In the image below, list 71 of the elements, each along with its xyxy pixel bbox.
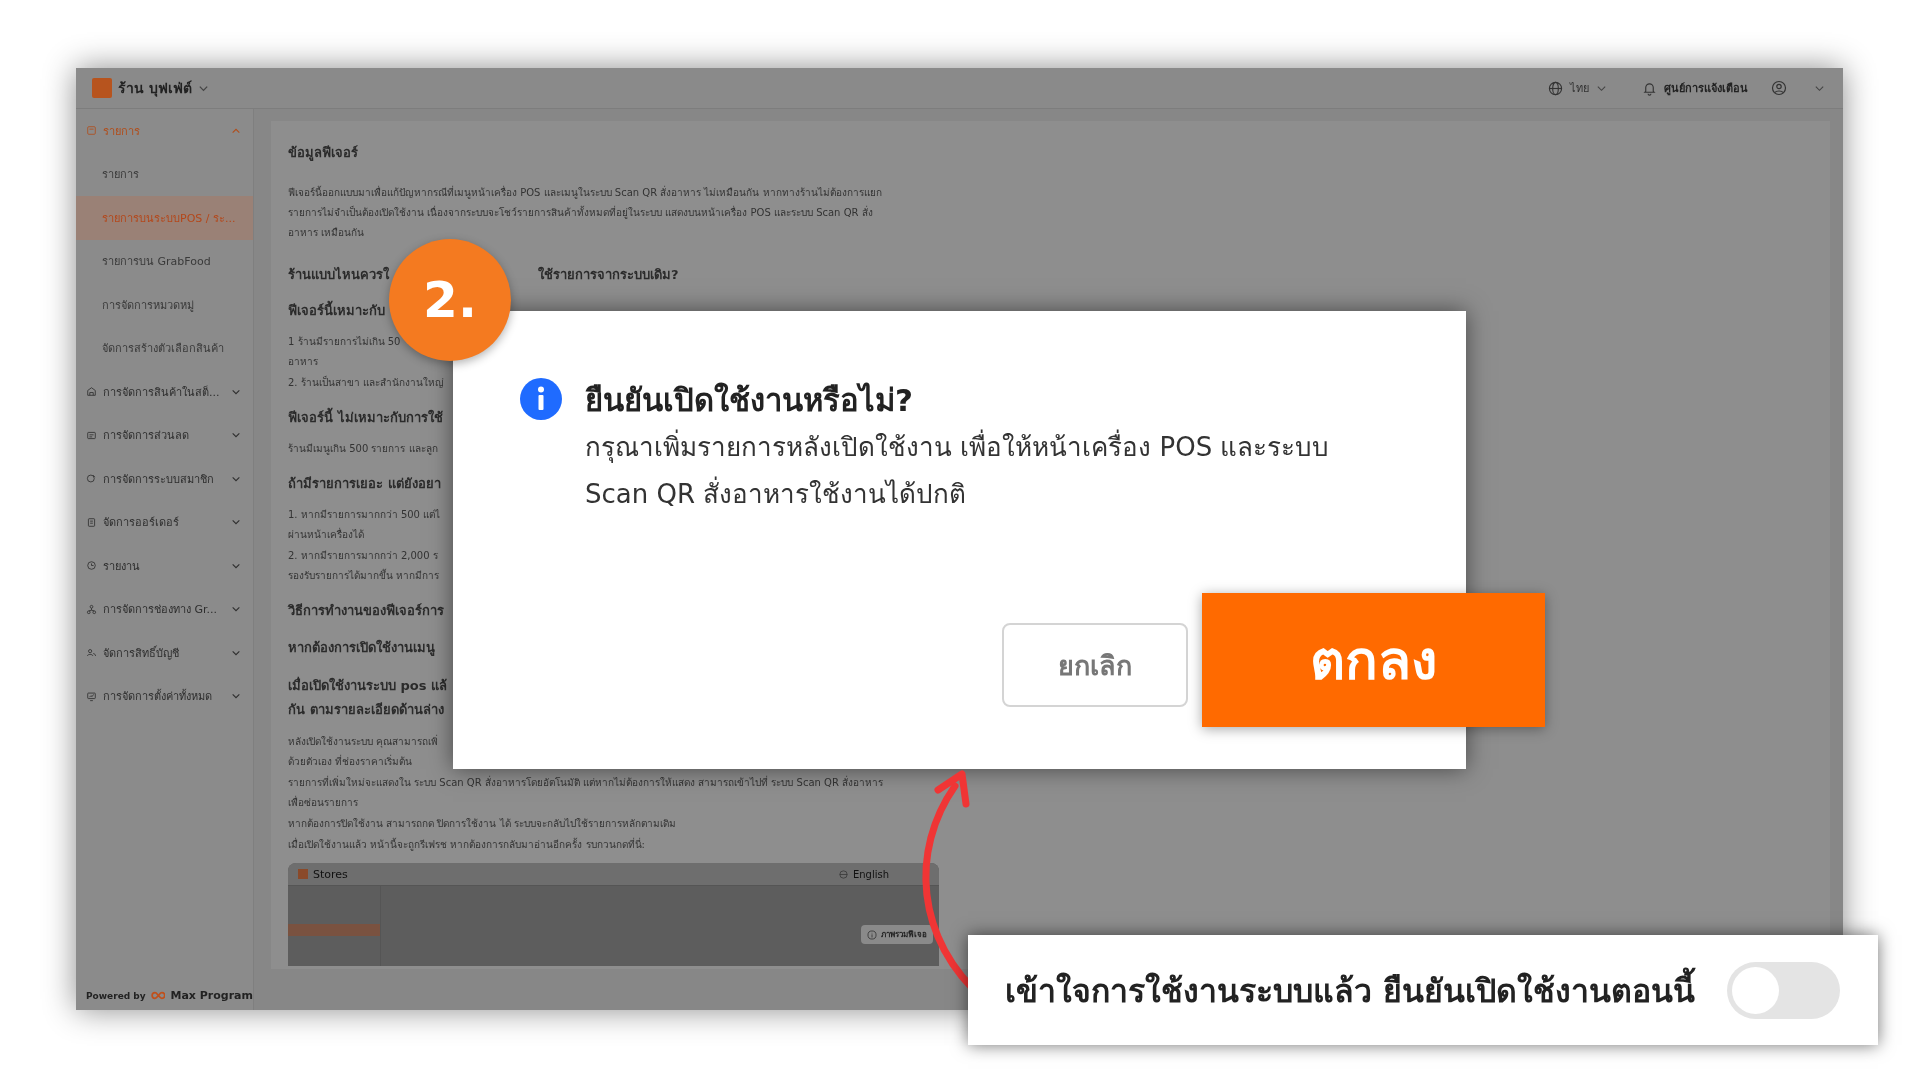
sidebar-item[interactable]: จัดการสิทธิ์บัญชี — [76, 631, 253, 675]
bell-icon[interactable] — [1642, 80, 1657, 96]
store-name[interactable]: ร้าน บุฟเฟ่ต์ — [118, 77, 192, 99]
monitor-icon — [86, 690, 97, 702]
sidebar-item[interactable]: การจัดการระบบสมาชิก — [76, 457, 253, 501]
text-line: รองรับรายการได้มากขึ้น หากมีการ — [288, 567, 440, 583]
language-selector[interactable]: ไทย — [1570, 79, 1589, 97]
dialog-message: กรุณาเพิ่มรายการหลังเปิดใช้งาน เพื่อให้หน้าเครื่อง POS และระบบ Scan QR สั่งอาหารใช้งานได้ปกติ — [585, 424, 1385, 518]
sidebar-item[interactable]: จัดการสร้างตัวเลือกสินค้า — [76, 326, 253, 370]
info-icon — [867, 929, 877, 940]
dialog-title: ยืนยันเปิดใช้งานหรือไม่? — [585, 381, 914, 420]
text-line: 2. ร้านเป็นสาขา และสำนักงานใหญ่ — [288, 374, 444, 390]
text-line: ร้านมีเมนูเกิน 500 รายการ และลูก — [288, 442, 438, 457]
brand-logo-icon — [150, 989, 166, 1002]
notification-center-link[interactable]: ศูนย์การแจ้งเตือน — [1664, 79, 1748, 97]
sidebar-item[interactable]: รายงาน — [76, 544, 253, 588]
users-icon — [86, 647, 97, 659]
section-heading: วิธีการทำงานของฟีเจอร์การ — [288, 602, 444, 620]
section-heading: กัน ตามรายละเอียดด้านล่าง — [288, 701, 444, 719]
store-logo — [298, 869, 308, 879]
section-heading: ร้านแบบไหนควรใ — [288, 265, 391, 284]
text-line: ผ่านหน้าเครื่องได้ — [288, 526, 364, 542]
network-icon — [86, 603, 97, 615]
clipboard-icon — [86, 516, 97, 528]
preview-title: Stores — [313, 867, 348, 881]
text-line: อาหาร เหมือนกัน — [288, 226, 365, 240]
section-heading: ฟีเจอร์นี้เหมาะกับ — [288, 300, 385, 322]
sidebar-item[interactable]: การจัดการส่วนลด — [76, 413, 253, 457]
sidebar-item[interactable]: การจัดการตั้งค่าทั้งหมด — [76, 674, 253, 718]
section-heading: ถ้ามีรายการเยอะ แต่ยังอยา — [288, 475, 441, 493]
info-icon — [520, 378, 562, 420]
toggle-switch[interactable] — [1727, 961, 1840, 1019]
sidebar-item[interactable]: การจัดการสินค้าในสต็... — [76, 370, 253, 414]
confirm-button[interactable]: ตกลง — [1202, 593, 1545, 727]
text-line: หากต้องการปิดใช้งาน สามารถกด ปิดการใช้งาน ได้ ระบบจะกลับไปใช้รายการหลักตามเดิม — [288, 817, 676, 831]
text-line: หลังเปิดใช้งานระบบ คุณสามารถเพิ่ — [288, 733, 439, 750]
cancel-button[interactable]: ยกเลิก — [1002, 623, 1188, 707]
list-icon — [86, 125, 97, 137]
text-line: 1. หากมีรายการมากกว่า 500 แต่ไ — [288, 508, 441, 522]
button-label: ภาพรวมฟีเจอ — [881, 929, 927, 941]
sidebar-item[interactable]: รายการบน GrabFood — [76, 239, 253, 283]
section-title: ข้อมูลฟีเจอร์ — [288, 144, 358, 163]
store-logo — [92, 78, 112, 98]
section-heading: ฟีเจอร์นี้ ไม่เหมาะกับการใช้ — [288, 407, 443, 429]
text-line: อาหาร — [288, 355, 318, 369]
language-selector: English — [852, 868, 889, 880]
confirm-label: เข้าใจการใช้งานระบบแล้ว ยืนยันเปิดใช้งานตอนนี้ — [1005, 964, 1696, 1016]
sidebar-item[interactable]: รายการ — [76, 152, 253, 196]
text-line: ฟีเจอร์นี้ออกแบบมาเพื่อแก้ปัญหากรณีที่เมนูหน้าเครื่อง POS และเมนูในระบบ Scan QR สั่งอาหาร ไม่เหมือนกัน หากทางร้านไม่ต้องการแยก — [288, 184, 882, 201]
brand-name: Max Program — [170, 989, 253, 1002]
text-line: รายการที่เพิ่มใหม่จะแสดงใน ระบบ Scan QR สั่งอาหารโดยอัตโนมัติ แต่หากไม่ต้องการให้แสดง สามารถเข้าไปที่ ระบบ Scan QR สั่งอาหาร — [288, 774, 884, 790]
clock-icon — [86, 560, 97, 572]
text-line: เพื่อซ่อนรายการ — [288, 794, 358, 810]
globe-icon — [86, 473, 97, 485]
text-line: 1 ร้านมีรายการไม่เกิน 50 — [288, 335, 401, 349]
globe-icon — [838, 869, 848, 879]
sidebar-item[interactable]: การจัดการหมวดหมู่ — [76, 283, 253, 327]
text-line: 2. หากมีรายการมากกว่า 2,000 ร — [288, 549, 438, 563]
powered-by-label: Powered by — [86, 990, 146, 1001]
text-line: ด้วยตัวเอง ที่ช่องราคาเริ่มต้น — [288, 753, 413, 769]
sidebar-item[interactable]: จัดการออร์เดอร์ — [76, 500, 253, 544]
store-icon — [86, 386, 97, 398]
ticket-icon — [86, 429, 97, 441]
globe-icon — [1548, 80, 1563, 96]
text-line: เมื่อเปิดใช้งานแล้ว หน้านี้จะถูกรีเฟรช หากต้องการกลับมาอ่านอีกครั้ง รบกวนกดที่นี่: — [288, 836, 645, 853]
sidebar-item[interactable]: การจัดการช่องทาง Gr... — [76, 587, 253, 631]
text-line: รายการไม่จำเป็นต้องเปิดใช้งาน เนื่องจากระบบจะโชว์รายการสินค้าทั้งหมดที่อยู่ในระบบ แสดงบนหน้าเครื่อง POS และระบบ Scan QR สั่ง — [288, 204, 873, 221]
section-heading: เมื่อเปิดใช้งานระบบ pos แล้ — [288, 675, 448, 695]
section-heading: ใช้รายการจากระบบเดิม? — [538, 265, 679, 284]
section-heading: หากต้องการเปิดใช้งานเมนู — [288, 638, 435, 658]
user-avatar-icon[interactable] — [1771, 80, 1787, 96]
